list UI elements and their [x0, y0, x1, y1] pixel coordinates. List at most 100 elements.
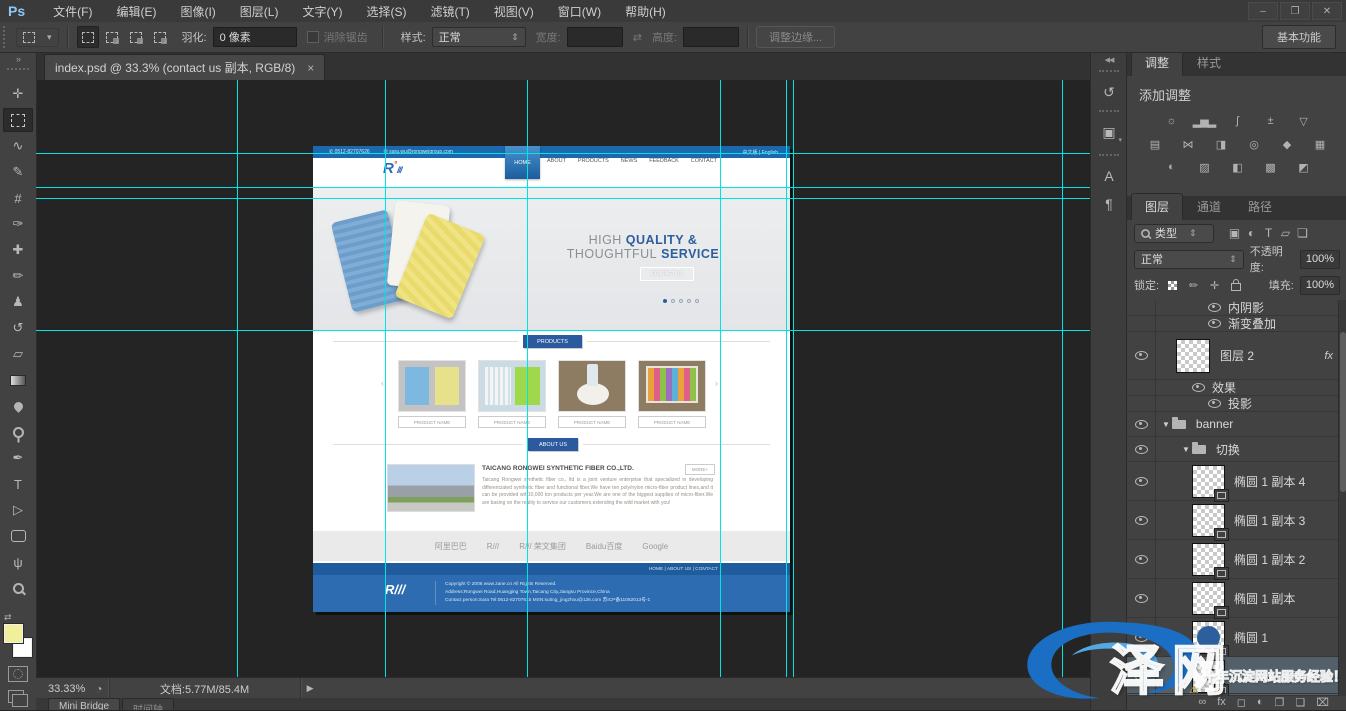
curves-icon[interactable]: ʃ: [1225, 113, 1249, 129]
expand-triangle-icon[interactable]: ▼: [1162, 420, 1170, 429]
layer-row-渐变叠加[interactable]: 渐变叠加: [1127, 316, 1346, 332]
tab-调整[interactable]: 调整: [1131, 49, 1183, 76]
visibility-eye-icon[interactable]: [1135, 672, 1148, 681]
menu-滤镜(T)[interactable]: 滤镜(T): [418, 5, 481, 19]
pen-tool[interactable]: ✒: [3, 446, 33, 470]
clone-stamp-tool[interactable]: ♟: [3, 290, 33, 314]
expand-panels-icon[interactable]: ◀◀: [1091, 56, 1127, 64]
path-selection-tool[interactable]: ▷: [3, 498, 33, 522]
dodge-tool[interactable]: [3, 420, 33, 444]
history-panel-icon[interactable]: ↺: [1096, 80, 1122, 104]
menu-文件(F)[interactable]: 文件(F): [41, 5, 104, 19]
layer-row-contact us 副本[interactable]: T⚠contact us 副本: [1127, 657, 1346, 696]
visibility-eye-icon[interactable]: [1208, 399, 1221, 408]
delete-layer-icon[interactable]: ⌧: [1316, 696, 1329, 709]
3d-panel-icon[interactable]: ▣▾: [1096, 120, 1122, 144]
document-window[interactable]: ✆ 0512-82707626 ✉ sara.wu@rongweigroup.c…: [36, 80, 1090, 677]
shape-tool[interactable]: [3, 524, 33, 548]
visibility-eye-icon[interactable]: [1135, 633, 1148, 642]
menu-选择(S)[interactable]: 选择(S): [354, 5, 418, 19]
tab-图层[interactable]: 图层: [1131, 193, 1183, 220]
menu-图像(I)[interactable]: 图像(I): [168, 5, 227, 19]
shape-filter-icon[interactable]: ▱: [1277, 226, 1294, 240]
vibrance-icon[interactable]: ▽: [1291, 113, 1315, 129]
brush-tool[interactable]: ✏: [3, 264, 33, 288]
invert-icon[interactable]: ◐: [1159, 159, 1183, 175]
feather-input[interactable]: 0 像素: [213, 27, 297, 47]
crop-tool[interactable]: #: [3, 186, 33, 210]
toolbar-grip[interactable]: [7, 68, 29, 70]
layer-mask-icon[interactable]: ◻: [1237, 696, 1246, 709]
visibility-eye-icon[interactable]: [1135, 420, 1148, 429]
menu-帮助(H)[interactable]: 帮助(H): [613, 5, 678, 19]
fx-badge[interactable]: fx: [1324, 350, 1333, 362]
menu-图层(L)[interactable]: 图层(L): [228, 5, 291, 19]
character-panel-icon[interactable]: A: [1096, 164, 1122, 188]
type-tool[interactable]: T: [3, 472, 33, 496]
menu-编辑(E)[interactable]: 编辑(E): [104, 5, 168, 19]
subtract-selection-button[interactable]: [125, 26, 147, 48]
screen-mode-button[interactable]: [8, 690, 24, 703]
workspace-switcher-button[interactable]: 基本功能: [1262, 25, 1336, 49]
eyedropper-tool[interactable]: ✑: [3, 212, 33, 236]
expand-triangle-icon[interactable]: ▼: [1182, 445, 1190, 454]
restore-button-icon[interactable]: ❐: [1280, 2, 1310, 20]
tab-时间轴[interactable]: 时间轴: [122, 698, 174, 710]
layer-row-效果[interactable]: 效果: [1127, 380, 1346, 396]
quick-mask-mode-button[interactable]: [8, 666, 28, 682]
link-layers-icon[interactable]: ∞: [1198, 696, 1206, 708]
channel-mixer-icon[interactable]: ◆: [1275, 136, 1299, 152]
layer-row-banner[interactable]: ▼banner: [1127, 412, 1346, 437]
visibility-eye-icon[interactable]: [1135, 351, 1148, 360]
brightness-contrast-icon[interactable]: ☼: [1159, 113, 1183, 129]
lock-all-icon[interactable]: [1228, 279, 1243, 291]
tab-Mini Bridge[interactable]: Mini Bridge: [48, 698, 120, 710]
history-brush-tool[interactable]: ↺: [3, 316, 33, 340]
black-white-icon[interactable]: ◨: [1209, 136, 1233, 152]
visibility-eye-icon[interactable]: [1135, 477, 1148, 486]
style-select[interactable]: 正常 ⇕: [432, 27, 526, 47]
menu-窗口(W)[interactable]: 窗口(W): [546, 5, 613, 19]
paragraph-panel-icon[interactable]: ¶: [1096, 192, 1122, 216]
zoom-level-field[interactable]: 33.33%: [36, 683, 95, 695]
refine-edge-button[interactable]: 调整边缘...: [756, 26, 835, 48]
tool-preset-picker[interactable]: ▾: [16, 28, 59, 47]
lasso-tool[interactable]: ∿: [3, 134, 33, 158]
rectangular-marquee-tool[interactable]: [3, 108, 33, 132]
color-lookup-icon[interactable]: ▦: [1308, 136, 1332, 152]
layer-row-椭圆 1[interactable]: 椭圆 1: [1127, 618, 1346, 657]
gradient-tool[interactable]: [3, 368, 33, 392]
scrollbar-thumb[interactable]: [1340, 332, 1346, 492]
opacity-field[interactable]: 100%: [1300, 250, 1340, 269]
blur-tool[interactable]: [3, 394, 33, 418]
lock-position-icon[interactable]: ✛: [1207, 279, 1222, 292]
status-popup-icon[interactable]: ▶: [307, 683, 314, 694]
close-button-icon[interactable]: ✕: [1312, 2, 1342, 20]
hand-tool[interactable]: ψ: [3, 550, 33, 574]
lock-transparency-icon[interactable]: [1165, 281, 1180, 290]
layer-row-切换[interactable]: ▼切换: [1127, 437, 1346, 462]
quick-selection-tool[interactable]: ✎: [3, 160, 33, 184]
levels-icon[interactable]: ▂▅▂: [1192, 113, 1216, 129]
hue-saturation-icon[interactable]: ▤: [1143, 136, 1167, 152]
visibility-eye-icon[interactable]: [1192, 383, 1205, 392]
visibility-eye-icon[interactable]: [1135, 445, 1148, 454]
collapse-toolbar-icon[interactable]: »: [0, 54, 36, 64]
pixel-filter-icon[interactable]: ▣: [1226, 226, 1243, 240]
new-layer-icon[interactable]: ❏: [1295, 696, 1305, 709]
tab-样式[interactable]: 样式: [1184, 50, 1234, 76]
threshold-icon[interactable]: ◧: [1225, 159, 1249, 175]
color-balance-icon[interactable]: ⋈: [1176, 136, 1200, 152]
adjustment-layer-icon[interactable]: ◐: [1257, 696, 1264, 708]
minimize-button-icon[interactable]: –: [1248, 2, 1278, 20]
document-tab[interactable]: index.psd @ 33.3% (contact us 副本, RGB/8)…: [44, 54, 325, 80]
smart-object-filter-icon[interactable]: ❏: [1294, 226, 1311, 240]
swap-colors-icon[interactable]: ⇄: [4, 612, 12, 623]
move-tool[interactable]: ✛: [3, 82, 33, 106]
swap-dimensions-icon[interactable]: ⇄: [633, 31, 642, 44]
height-input[interactable]: [683, 27, 739, 47]
new-selection-button[interactable]: [77, 26, 99, 48]
foreground-color-swatch[interactable]: [4, 624, 23, 643]
intersect-selection-button[interactable]: [149, 26, 171, 48]
layers-scrollbar[interactable]: [1338, 300, 1346, 696]
